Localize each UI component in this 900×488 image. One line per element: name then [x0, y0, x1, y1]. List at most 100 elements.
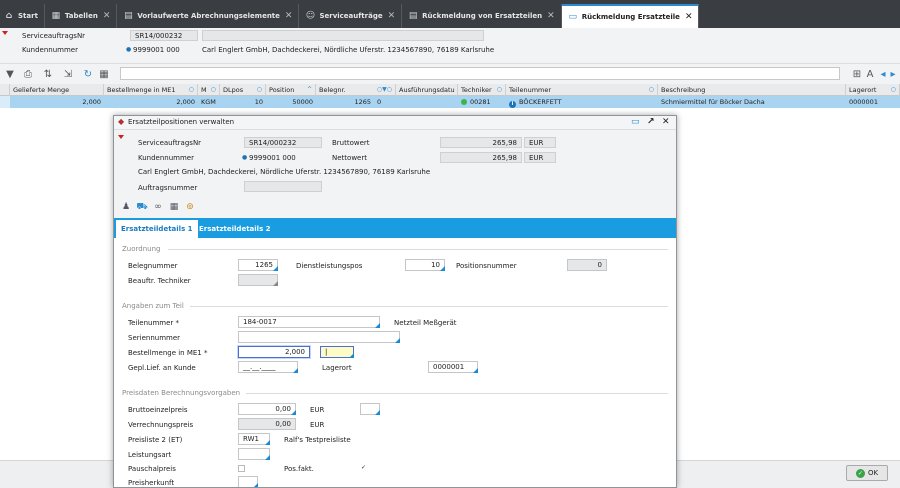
close-icon[interactable]: ✕ — [547, 11, 555, 21]
row-selector[interactable] — [0, 96, 10, 108]
preisherkunft-input[interactable] — [238, 476, 258, 487]
home-icon: ⌂ — [5, 11, 13, 21]
sort-icon[interactable]: ⇅ — [42, 68, 54, 80]
currency-select[interactable] — [360, 403, 380, 415]
preisliste-input[interactable]: RW1 — [238, 433, 270, 445]
column-menu-icon[interactable]: ○ — [189, 84, 194, 96]
verrechnungspreis-label: Verrechnungspreis — [128, 421, 194, 429]
export-icon[interactable]: ⇲ — [62, 68, 74, 80]
bruttoeinzelpreis-input[interactable]: 0,00 — [238, 403, 296, 415]
dienstpos-input[interactable]: 10 — [405, 259, 445, 271]
grid-toolbar: ▼ ⎙ ⇅ ⇲ ↻ ▦ ⊞ A ◂ ▸ — [0, 64, 900, 84]
tab-ersatzteildetails-2[interactable]: Ersatzteildetails 2 — [194, 220, 276, 238]
info-icon[interactable]: i — [509, 101, 516, 108]
pauschalpreis-checkbox[interactable] — [238, 465, 245, 472]
calculator-icon[interactable]: ▦ — [168, 201, 180, 213]
grid-header: Gelieferte Menge Bestellmenge in ME1 ○ M ○… — [0, 84, 900, 96]
app-logo-icon: ◆ — [118, 117, 125, 126]
font-icon[interactable]: A — [864, 68, 876, 80]
filter-active-icon[interactable]: ○▼○ — [377, 84, 392, 96]
bestellmenge-input[interactable]: 2,000 — [238, 346, 310, 358]
column-settings-icon[interactable]: ⊞ — [851, 68, 863, 80]
belegnummer-label: Belegnummer — [128, 262, 178, 270]
check-icon: ✓ — [855, 468, 865, 478]
column-header[interactable]: Position ^ — [266, 84, 316, 96]
refresh-icon[interactable]: ↻ — [82, 68, 94, 80]
table-row[interactable]: 2,000 2,000 KGM 10 50000 1265 0 00281 iB… — [0, 96, 900, 108]
tab-ersatzteildetails-1[interactable]: Ersatzteildetails 1 — [116, 220, 198, 238]
column-header[interactable]: Bestellmenge in ME1 ○ — [104, 84, 198, 96]
column-header[interactable]: DLpos ○ — [220, 84, 266, 96]
teilenummer-input[interactable]: 184-0017 — [238, 316, 380, 328]
dialog-toolbar: ♟ ⛟ ∞ ▦ ⊚ — [114, 196, 676, 218]
info-icon[interactable]: ● — [126, 46, 131, 53]
binoculars-icon[interactable]: ⊚ — [184, 201, 196, 213]
seriennummer-label: Seriennummer — [128, 334, 181, 342]
print-icon[interactable]: ⎙ — [22, 68, 34, 80]
lagerort-input[interactable]: 0000001 — [428, 361, 478, 373]
tab-serviceauftraege[interactable]: ☺ Serviceaufträge ✕ — [299, 4, 403, 28]
ok-button[interactable]: ✓ OK — [846, 465, 888, 481]
techniker-input[interactable] — [238, 274, 278, 286]
grid-icon: ▤ — [124, 11, 133, 21]
close-icon[interactable]: ✕ — [285, 11, 293, 21]
collapse-marker-icon[interactable] — [2, 31, 8, 35]
window-icon: ▭ — [568, 12, 577, 22]
close-icon[interactable]: ✕ — [685, 12, 693, 22]
tab-label: Rückmeldung Ersatzteile — [581, 13, 680, 21]
column-header[interactable]: Beschreibung — [658, 84, 846, 96]
column-header[interactable]: Techniker ○ — [458, 84, 506, 96]
column-menu-icon[interactable]: ○ — [211, 84, 216, 96]
seriennummer-input[interactable] — [238, 331, 400, 343]
leistungsart-label: Leistungsart — [128, 451, 172, 459]
minimize-icon[interactable]: ▭ — [631, 117, 640, 127]
column-header[interactable]: Gelieferte Menge — [10, 84, 104, 96]
technician-icon[interactable]: ♟ — [120, 201, 132, 213]
auftrag-label: ServiceauftragsNr — [22, 32, 86, 40]
tab-start[interactable]: ⌂ Start — [0, 4, 45, 28]
teil-bezeichnung: Netzteil Meßgerät — [394, 319, 457, 327]
bestellmenge-label: Bestellmenge in ME1 * — [128, 349, 208, 357]
dienstpos-label: Dienstleistungspos — [296, 262, 363, 270]
positionsnr-label: Positionsnummer — [456, 262, 517, 270]
next-icon[interactable]: ▸ — [887, 68, 899, 80]
sort-asc-icon[interactable]: ^ — [307, 84, 312, 96]
cart-icon[interactable]: ⛟ — [136, 201, 148, 213]
close-icon[interactable]: ✕ — [388, 11, 396, 21]
tab-label: Tabellen — [64, 12, 98, 20]
close-icon[interactable]: ✕ — [103, 11, 111, 21]
column-header[interactable]: Lagerort ○ — [846, 84, 900, 96]
posfakt-checkbox[interactable]: ✓ — [360, 465, 367, 472]
tab-rueckmeldung-ersatzteile[interactable]: ▭ Rückmeldung Ersatzteile ✕ — [561, 4, 700, 28]
layout-icon[interactable]: ▦ — [98, 68, 110, 80]
preisliste-label: Preisliste 2 (ET) — [128, 436, 183, 444]
info-icon[interactable]: ● — [242, 154, 247, 161]
leistungsart-input[interactable] — [238, 448, 270, 460]
tab-rueckmeldung-von-ersatzteilen[interactable]: ▤ Rückmeldung von Ersatzteilen ✕ — [402, 4, 562, 28]
collapse-marker-icon[interactable] — [118, 135, 124, 139]
mengeneinheit-input[interactable]: | — [320, 346, 354, 358]
column-header[interactable]: Belegnr. ○▼○ — [316, 84, 396, 96]
brutto-label: Bruttowert — [332, 139, 370, 147]
column-header[interactable]: Teilenummer ○ — [506, 84, 658, 96]
gepl-date-input[interactable]: __.__.____ — [238, 361, 298, 373]
column-menu-icon[interactable]: ○ — [891, 84, 896, 96]
filter-icon[interactable]: ▼ — [4, 68, 16, 80]
column-header[interactable]: Ausführungsdatu — [396, 84, 458, 96]
section-preisdaten: Preisdaten Berechnungsvorgaben — [122, 389, 668, 397]
tab-vorlaufwerte[interactable]: ▤ Vorlaufwerte Abrechnungselemente ✕ — [117, 4, 300, 28]
tab-tabellen[interactable]: ▦ Tabellen ✕ — [45, 4, 118, 28]
belegnummer-input[interactable]: 1265 — [238, 259, 278, 271]
column-menu-icon[interactable]: ○ — [649, 84, 654, 96]
close-icon[interactable]: ✕ — [662, 117, 670, 127]
column-menu-icon[interactable]: ○ — [497, 84, 502, 96]
maximize-icon[interactable]: ↗ — [647, 117, 655, 127]
column-menu-icon[interactable]: ○ — [257, 84, 262, 96]
column-header[interactable]: M ○ — [198, 84, 220, 96]
glasses-icon[interactable]: ∞ — [152, 201, 164, 213]
ersatzteil-dialog: ◆ Ersatzteilpositionen verwalten ▭ ↗ ✕ S… — [113, 115, 677, 488]
grid-search-input[interactable] — [120, 67, 840, 80]
tab-label: Vorlaufwerte Abrechnungselemente — [137, 12, 280, 20]
cell-belegnr-extra: 0 — [377, 98, 382, 106]
verrechnungspreis-currency: EUR — [310, 421, 325, 429]
